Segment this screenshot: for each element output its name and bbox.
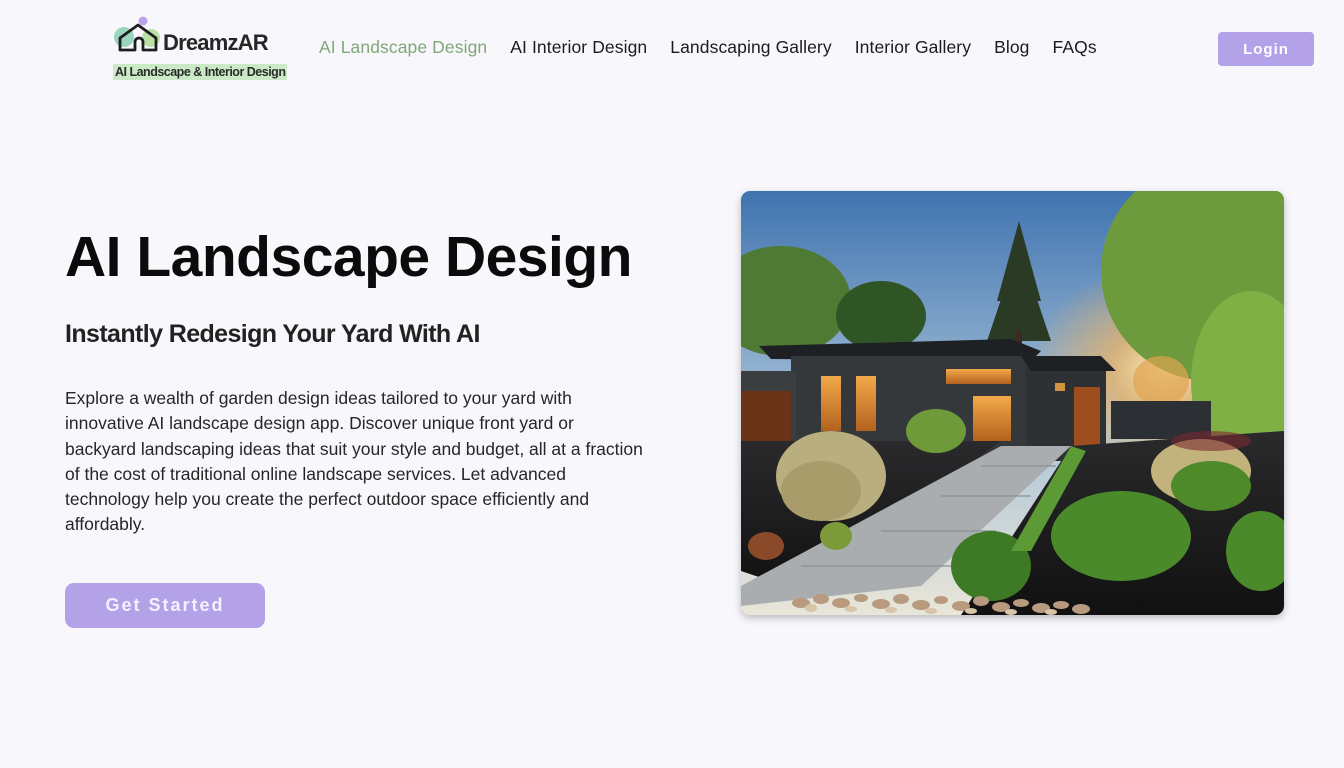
house-logo-icon bbox=[113, 16, 163, 56]
get-started-button[interactable]: Get Started bbox=[65, 583, 265, 628]
nav-interior-gallery[interactable]: Interior Gallery bbox=[855, 37, 971, 58]
login-button[interactable]: Login bbox=[1218, 32, 1314, 66]
main-nav: AI Landscape Design AI Interior Design L… bbox=[319, 37, 1120, 58]
page-title: AI Landscape Design bbox=[65, 225, 633, 289]
site-header: DreamzAR AI Landscape & Interior Design … bbox=[0, 0, 1344, 100]
nav-blog[interactable]: Blog bbox=[994, 37, 1029, 58]
nav-ai-landscape-design[interactable]: AI Landscape Design bbox=[319, 37, 487, 58]
hero-description: Explore a wealth of garden design ideas … bbox=[65, 388, 643, 535]
nav-faqs[interactable]: FAQs bbox=[1053, 37, 1097, 58]
hero-subtitle: Instantly Redesign Your Yard With AI bbox=[65, 320, 480, 348]
brand-tagline: AI Landscape & Interior Design bbox=[113, 64, 288, 80]
nav-landscaping-gallery[interactable]: Landscaping Gallery bbox=[670, 37, 831, 58]
brand-name: DreamzAR bbox=[163, 30, 269, 55]
brand-logo[interactable]: DreamzAR AI Landscape & Interior Design bbox=[113, 16, 313, 86]
nav-ai-interior-design[interactable]: AI Interior Design bbox=[510, 37, 647, 58]
hero-landscape-image bbox=[741, 191, 1284, 615]
